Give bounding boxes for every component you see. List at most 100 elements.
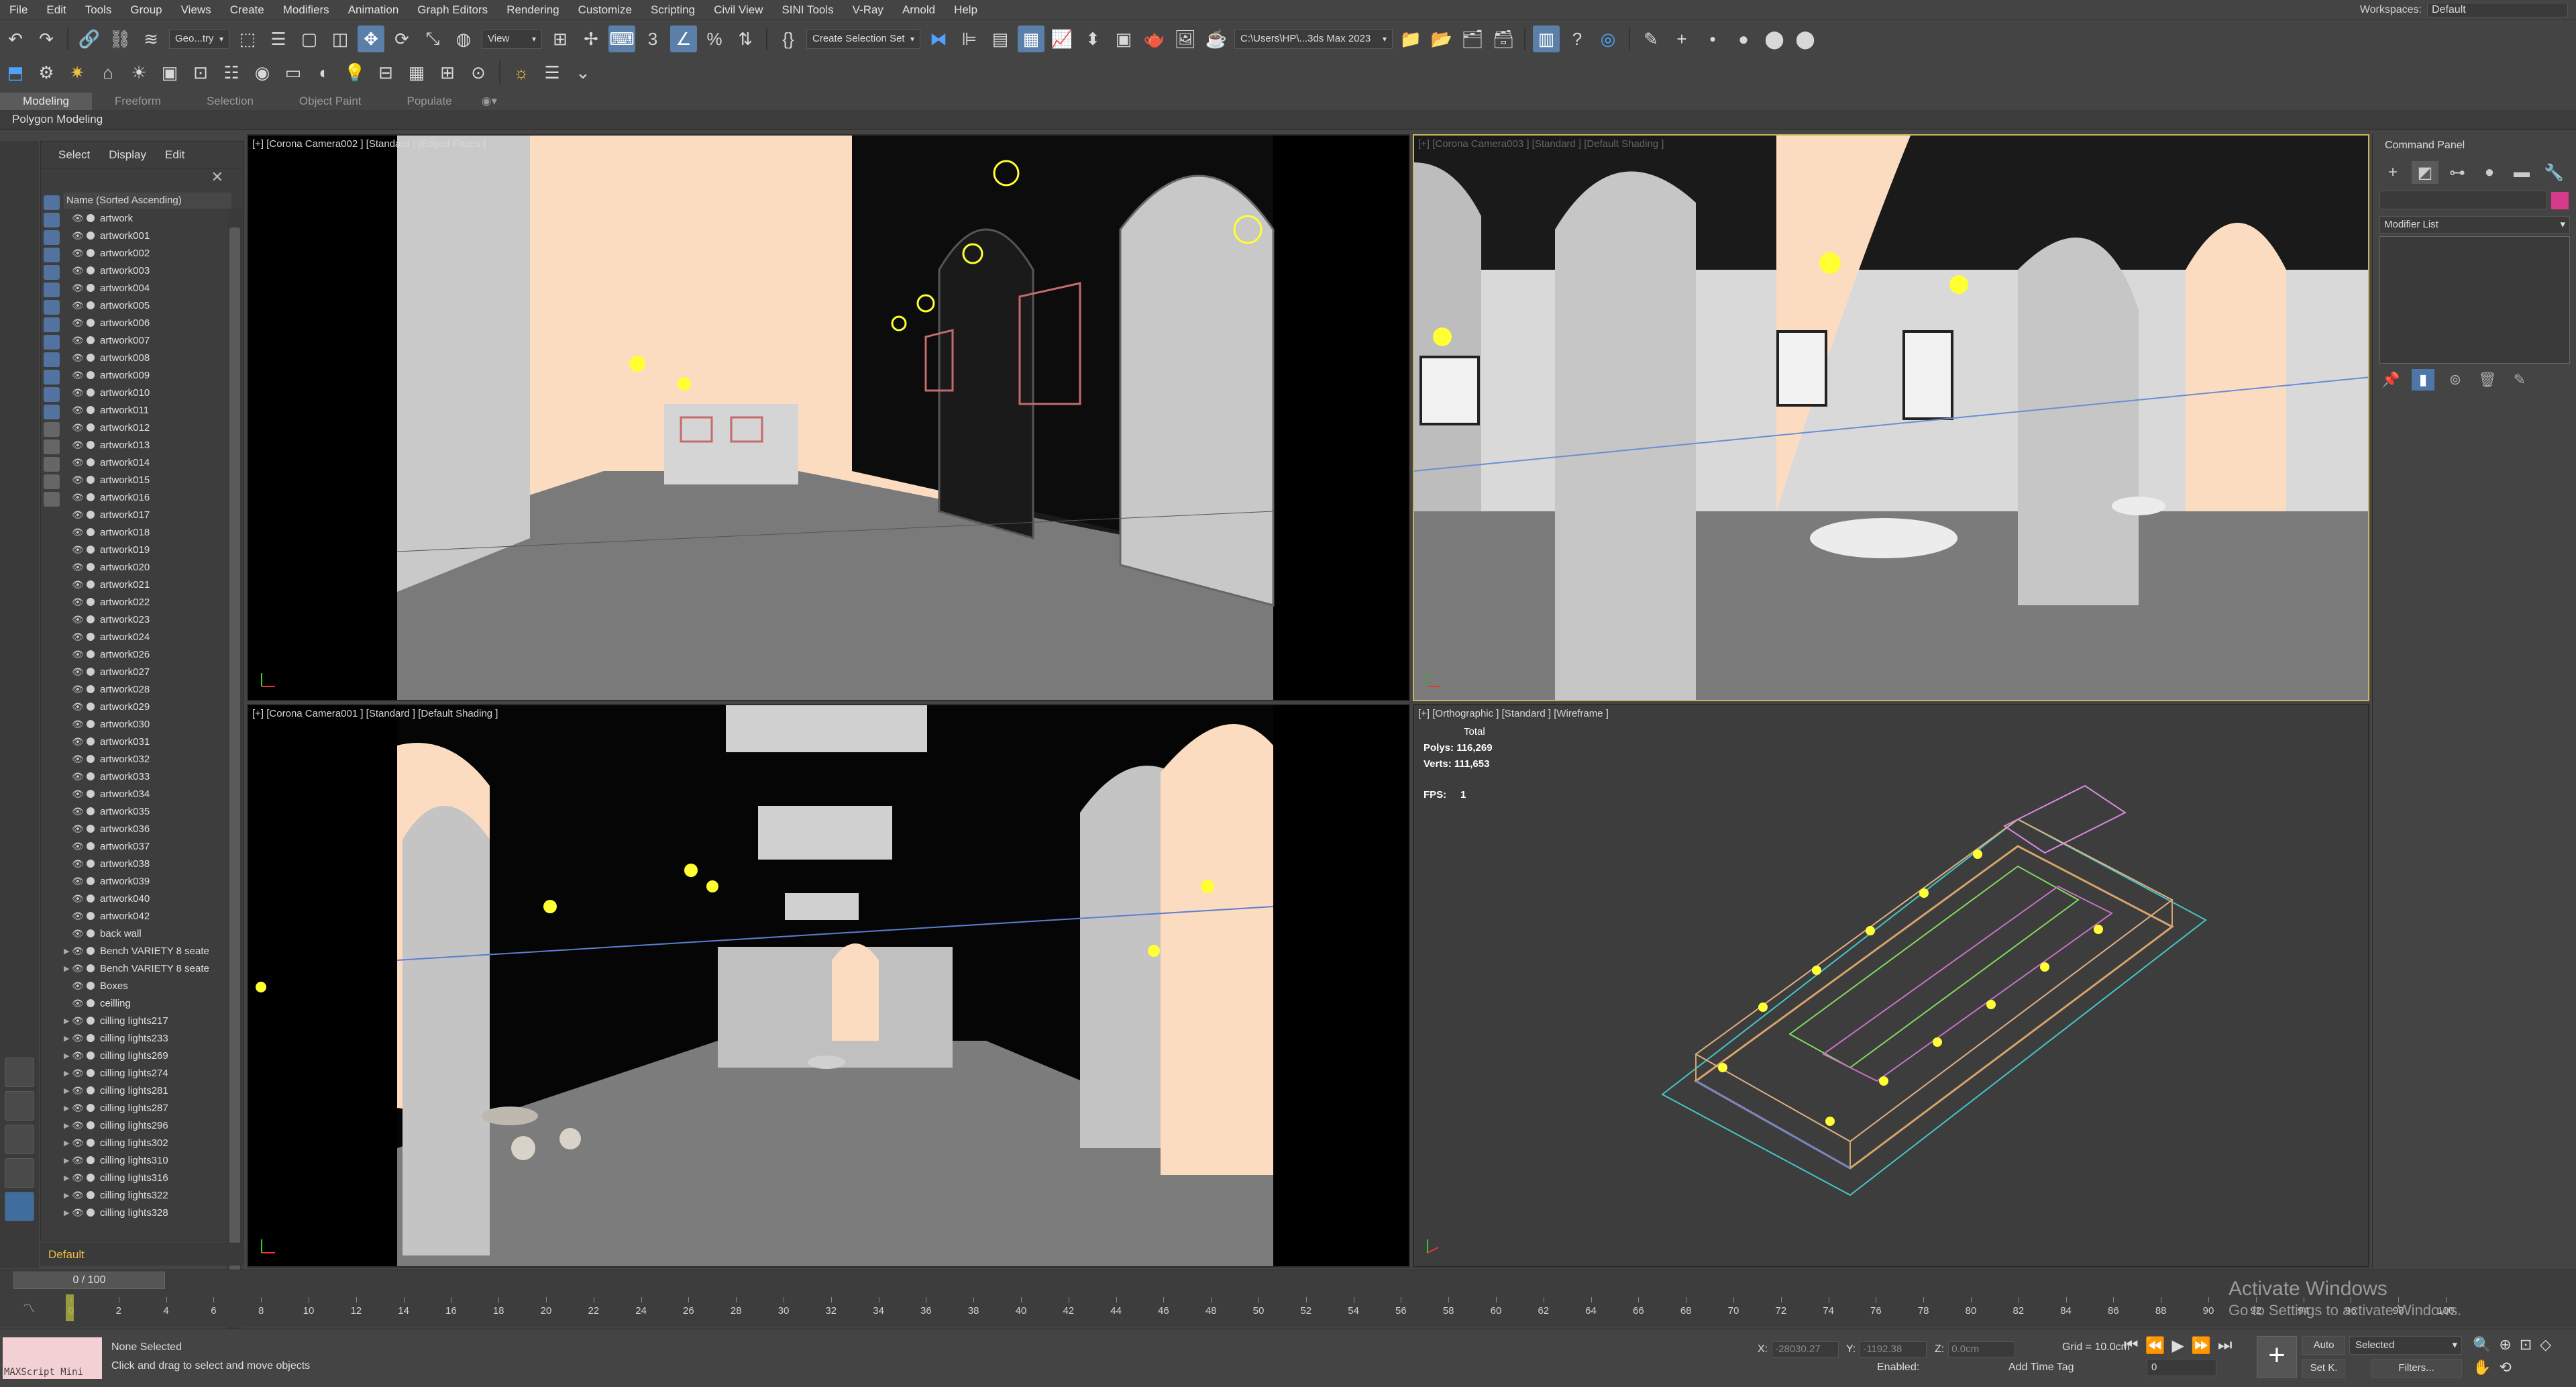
freeze-toggle-icon[interactable] <box>87 929 95 937</box>
project-folder-icon[interactable]: 📁 <box>1397 25 1424 52</box>
rect-selection-icon[interactable]: ▢ <box>296 25 323 52</box>
filter-options-icon[interactable] <box>44 457 60 472</box>
modifier-list-dropdown[interactable]: Modifier List ▾ <box>2379 216 2570 234</box>
freeze-toggle-icon[interactable] <box>87 423 95 431</box>
orbit-icon[interactable]: ⟲ <box>2499 1359 2511 1376</box>
viewport-camera001[interactable]: [+] [Corona Camera001 ] [Standard ] [Def… <box>247 704 1410 1268</box>
vray-import-icon[interactable]: ⊡ <box>187 59 214 86</box>
visibility-eye-icon[interactable]: 👁 <box>72 1120 84 1131</box>
hierarchy-tab-icon[interactable]: ⊶ <box>2444 161 2471 184</box>
asset-tracking-icon[interactable]: 🗃 <box>1490 25 1517 52</box>
freeze-toggle-icon[interactable] <box>87 301 95 309</box>
visibility-eye-icon[interactable]: 👁 <box>72 544 84 556</box>
visibility-eye-icon[interactable]: 👁 <box>72 248 84 259</box>
freeze-toggle-icon[interactable] <box>87 458 95 466</box>
vray-light-icon[interactable]: ✷ <box>64 59 91 86</box>
layer-selector[interactable]: Default <box>40 1243 244 1266</box>
layout-tab-2[interactable] <box>5 1091 34 1121</box>
time-ruler[interactable]: 0246810121416182022242628303234363840424… <box>64 1294 2520 1324</box>
spinner-snap-icon[interactable]: ⇅ <box>732 25 759 52</box>
vray-layers-icon[interactable]: ⊞ <box>434 59 461 86</box>
remove-modifier-icon[interactable]: 🗑 <box>2476 369 2499 391</box>
redo-icon[interactable]: ↷ <box>33 25 60 52</box>
visibility-eye-icon[interactable]: 👁 <box>72 370 84 381</box>
layout-tab-3[interactable] <box>5 1125 34 1154</box>
object-color-swatch[interactable] <box>2551 192 2569 209</box>
edit-named-selection-icon[interactable]: {} <box>775 25 802 52</box>
menu-file[interactable]: File <box>0 0 37 20</box>
motion-tab-icon[interactable]: ● <box>2476 161 2503 184</box>
visibility-eye-icon[interactable]: 👁 <box>72 492 84 503</box>
visibility-eye-icon[interactable]: 👁 <box>72 649 84 660</box>
menu-civil-view[interactable]: Civil View <box>704 0 772 20</box>
freeze-toggle-icon[interactable] <box>87 964 95 972</box>
named-selection-dropdown[interactable]: Create Selection Set ▾ <box>806 29 920 49</box>
menu-rendering[interactable]: Rendering <box>497 0 568 20</box>
visibility-eye-icon[interactable]: 👁 <box>72 945 84 957</box>
visibility-eye-icon[interactable]: 👁 <box>72 1155 84 1166</box>
visibility-eye-icon[interactable]: 👁 <box>72 754 84 765</box>
play-icon[interactable]: ▶ <box>2172 1336 2184 1355</box>
vray-frame-icon[interactable]: ⊟ <box>372 59 399 86</box>
expand-arrow-icon[interactable]: ▶ <box>64 1156 72 1165</box>
menu-create[interactable]: Create <box>221 0 274 20</box>
close-icon[interactable]: ✕ <box>211 168 223 186</box>
expand-arrow-icon[interactable]: ▶ <box>64 1209 72 1217</box>
filter-all-icon[interactable] <box>44 405 60 419</box>
freeze-toggle-icon[interactable] <box>87 1156 95 1164</box>
vray-sun-icon[interactable]: ☀ <box>125 59 152 86</box>
freeze-toggle-icon[interactable] <box>87 685 95 693</box>
freeze-toggle-icon[interactable] <box>87 406 95 414</box>
visibility-eye-icon[interactable]: 👁 <box>72 1050 84 1062</box>
zoom-all-icon[interactable]: ⊕ <box>2499 1336 2511 1353</box>
auto-key-button[interactable]: Auto <box>2302 1336 2345 1355</box>
menu-tools[interactable]: Tools <box>76 0 121 20</box>
tab-populate[interactable]: Populate <box>384 93 475 110</box>
zoom-icon[interactable]: 🔍 <box>2473 1336 2491 1353</box>
display-tab-icon[interactable]: ▬ <box>2508 161 2535 184</box>
filter-funnel-icon[interactable] <box>44 474 60 489</box>
visibility-eye-icon[interactable]: 👁 <box>72 701 84 713</box>
bind-spacewarp-icon[interactable]: ≋ <box>138 25 164 52</box>
visibility-eye-icon[interactable]: 👁 <box>72 631 84 643</box>
menu-help[interactable]: Help <box>945 0 987 20</box>
interactive-icon[interactable]: ◎ <box>1595 25 1621 52</box>
visibility-eye-icon[interactable]: 👁 <box>72 1033 84 1044</box>
select-rotate-icon[interactable]: ⟳ <box>388 25 415 52</box>
filter-none-icon[interactable] <box>44 422 60 437</box>
visibility-eye-icon[interactable]: 👁 <box>72 440 84 451</box>
viewport-camera003[interactable]: [+] [Corona Camera003 ] [Standard ] [Def… <box>1413 134 2369 701</box>
visibility-eye-icon[interactable]: 👁 <box>72 666 84 678</box>
visibility-eye-icon[interactable]: 👁 <box>72 719 84 730</box>
visibility-eye-icon[interactable]: 👁 <box>72 282 84 294</box>
freeze-toggle-icon[interactable] <box>87 842 95 850</box>
explorer-tab-select[interactable]: Select <box>49 148 99 162</box>
viewport-camera002[interactable]: [+] [Corona Camera002 ] [Standard ] [Edg… <box>247 134 1410 701</box>
angle-snap-icon[interactable]: ∠ <box>670 25 697 52</box>
key-filters-button[interactable]: Filters... <box>2371 1359 2462 1378</box>
z-coordinate-field[interactable]: 0.0cm <box>1948 1341 2016 1357</box>
visibility-eye-icon[interactable]: 👁 <box>72 352 84 364</box>
freeze-toggle-icon[interactable] <box>87 668 95 676</box>
visibility-eye-icon[interactable]: 👁 <box>72 579 84 590</box>
current-frame-field[interactable]: 0 <box>2147 1359 2216 1376</box>
freeze-toggle-icon[interactable] <box>87 336 95 344</box>
pin-stack-icon[interactable]: 📌 <box>2379 369 2402 391</box>
filter-helpers-icon[interactable] <box>44 265 60 280</box>
add-time-tag[interactable]: Add Time Tag <box>2008 1362 2074 1374</box>
filter-containers-icon[interactable] <box>44 352 60 367</box>
create-tab-icon[interactable]: + <box>2379 161 2406 184</box>
vray-lister-icon[interactable]: ⚙ <box>33 59 60 86</box>
layout-tab-1[interactable] <box>5 1058 34 1087</box>
filter-frozen-icon[interactable] <box>44 370 60 384</box>
pivot-center-icon[interactable]: ⊞ <box>547 25 574 52</box>
filter-cameras-icon[interactable] <box>44 248 60 262</box>
freeze-toggle-icon[interactable] <box>87 546 95 554</box>
toggle-scene-explorer-icon[interactable]: ▤ <box>987 25 1014 52</box>
filter-hidden-icon[interactable] <box>44 387 60 402</box>
y-coordinate-field[interactable]: -1192.38 <box>1860 1341 1927 1357</box>
snaps-toggle-icon[interactable]: 3 <box>639 25 666 52</box>
key-filter-dropdown[interactable]: Selected ▾ <box>2349 1336 2462 1355</box>
previous-frame-icon[interactable]: ⏪ <box>2145 1336 2165 1355</box>
keyboard-shortcut-icon[interactable]: ⌨ <box>608 25 635 52</box>
